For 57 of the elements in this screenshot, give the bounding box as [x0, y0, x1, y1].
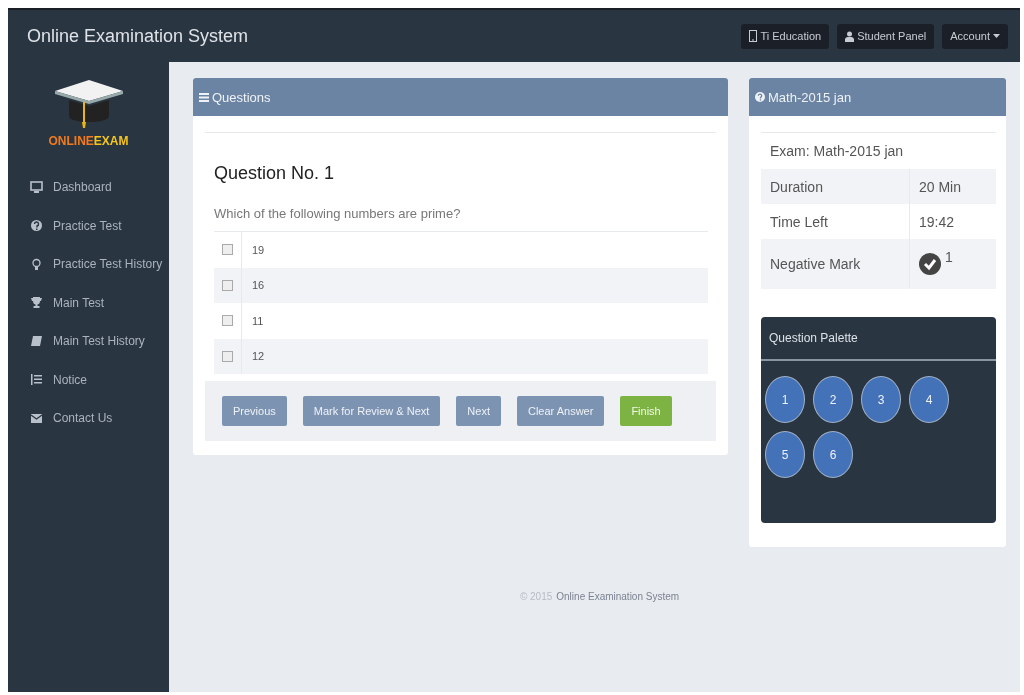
graduation-cap-icon	[52, 78, 125, 130]
nav-link[interactable]: Main Test History	[53, 334, 145, 349]
question-icon	[755, 92, 765, 102]
question-button[interactable]: 1	[765, 376, 805, 423]
question-number: Question No. 1	[214, 163, 336, 184]
book-icon	[30, 334, 43, 348]
nav-button[interactable]: Mark for Review & Next	[302, 396, 441, 426]
nav-button[interactable]: Next	[456, 396, 501, 426]
tablet-icon	[749, 30, 758, 42]
nav-link[interactable]: Practice Test	[53, 218, 122, 233]
menu-icon	[199, 92, 209, 102]
nav-link[interactable]: Notice	[53, 372, 87, 387]
list-icon	[30, 373, 43, 387]
panel-title: Questions	[212, 89, 271, 105]
option-label: 11	[251, 314, 264, 327]
option-label: 19	[251, 243, 265, 256]
option-label: 16	[251, 279, 265, 292]
logo-text: EXAM	[93, 134, 129, 148]
trophy-icon	[30, 296, 43, 310]
student-panel-button[interactable]: Student Panel	[837, 23, 935, 49]
logo-text: ONLINE	[48, 134, 94, 148]
table-cell-text: 19:42	[918, 212, 955, 232]
nav-link[interactable]: Practice Test History	[53, 257, 163, 272]
question-text: Which of the following numbers are prime?	[214, 206, 462, 221]
table-cell-text: 20 Min	[918, 177, 962, 197]
nav-link[interactable]: Dashboard	[53, 180, 112, 195]
question-button[interactable]: 5	[765, 431, 805, 478]
nav-button[interactable]: Previous	[222, 396, 287, 426]
checkbox[interactable]	[222, 279, 233, 291]
question-button[interactable]: 2	[813, 376, 853, 423]
question-icon	[30, 219, 43, 233]
nav-button[interactable]: Clear Answer	[516, 396, 605, 426]
question-button[interactable]: 6	[813, 431, 853, 478]
monitor-icon	[30, 180, 43, 194]
table-cell: Negative Mark	[761, 239, 910, 289]
user-icon	[845, 30, 855, 42]
account-dropdown[interactable]: Account	[942, 23, 1008, 49]
nav-link[interactable]: Contact Us	[53, 411, 113, 426]
table-cell: 1	[945, 249, 953, 265]
bulb-icon	[30, 257, 43, 271]
question-button[interactable]: 4	[909, 376, 949, 423]
question-button[interactable]: 3	[861, 376, 901, 423]
exam-name: Exam: Math-2015 jan	[769, 142, 905, 161]
checkbox[interactable]	[222, 244, 233, 256]
check-circle-icon	[919, 253, 941, 275]
caret-icon	[993, 34, 1000, 38]
panel-title: Math-2015 jan	[768, 89, 852, 105]
mail-icon	[30, 411, 43, 425]
checkbox[interactable]	[222, 315, 233, 327]
option-label: 12	[251, 350, 265, 363]
finish-button[interactable]: Finish	[620, 396, 672, 426]
app-title: Online Examination System	[27, 25, 250, 47]
education-button[interactable]: Ti Education	[741, 23, 830, 49]
table-cell: Duration	[761, 169, 910, 204]
checkbox[interactable]	[222, 350, 233, 362]
nav-link[interactable]: Main Test	[53, 295, 105, 310]
palette-title: Question Palette	[761, 317, 996, 361]
